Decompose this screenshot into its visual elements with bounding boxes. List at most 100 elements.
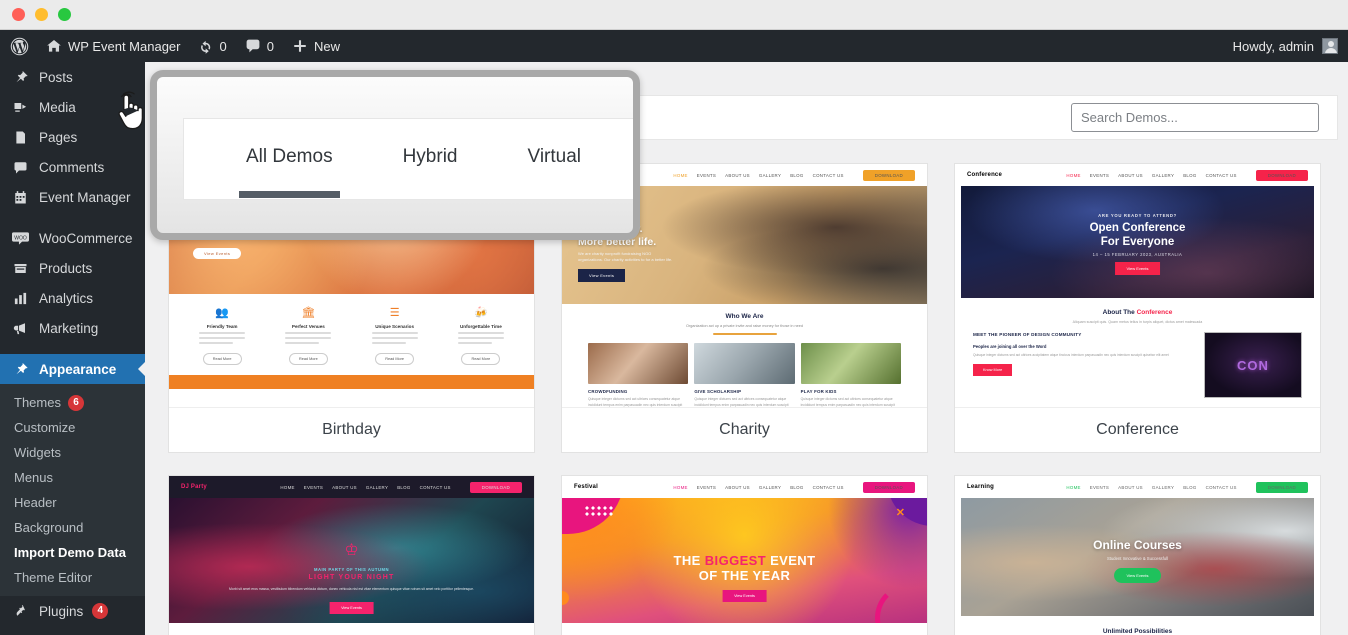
mini-nav-link: Home [1066, 172, 1081, 178]
search-input[interactable] [1071, 103, 1319, 132]
window-close-button[interactable] [12, 8, 25, 21]
submenu-item-themes[interactable]: Themes 6 [0, 390, 145, 415]
demo-card-learning[interactable]: Learning Home Events About Us Gallery Bl… [954, 475, 1321, 635]
submenu-item-label: Customize [14, 420, 76, 435]
new-content-menu[interactable]: New [283, 30, 349, 62]
mini-nav: Conference Home Events About Us Gallery … [955, 164, 1320, 186]
mini-nav: DJ Party Home Events About Us Gallery Bl… [169, 476, 534, 498]
demo-preview-djparty: DJ Party Home Events About Us Gallery Bl… [169, 476, 534, 635]
sidebar-item-appearance[interactable]: Appearance [0, 354, 145, 384]
mini-section-title: Who We Are [725, 313, 764, 320]
mini-nav-link: BLOG [790, 484, 804, 490]
mini-left-text: Quisque integer dictums sed act ultrices… [973, 352, 1169, 357]
mini-download-button: Download [1255, 481, 1308, 493]
demo-card-festival[interactable]: Festival HOME EVENTS ABOUT US GALLERY BL… [561, 475, 928, 635]
sidebar-item-woocommerce[interactable]: WOO WooCommerce [0, 223, 145, 253]
sidebar-item-label: Marketing [39, 320, 99, 336]
appearance-brush-icon [10, 362, 30, 377]
calendar-icon [10, 190, 30, 205]
mini-card: PLAY FOR KIDS Quisque integer dictums se… [800, 343, 901, 407]
mini-section: About The Conference Aliquam suscipit qu… [955, 298, 1320, 398]
submenu-item-customize[interactable]: Customize [0, 415, 145, 440]
comments-menu[interactable]: 0 [236, 30, 283, 62]
mini-hero-title: THE BIGGEST EVENT OF THE YEAR [562, 553, 927, 584]
mini-hero-text: We are charity nonprofit fundraising NGO… [578, 251, 673, 263]
sidebar-item-marketing[interactable]: Marketing [0, 313, 145, 343]
mini-hero-title: Open Conference For Everyone [961, 222, 1314, 249]
mini-nav-links: Home Events About Us Gallery Blog Contac… [673, 169, 915, 181]
media-icon [10, 100, 30, 115]
updates-menu[interactable]: 0 [189, 30, 235, 62]
mini-hero-sub: Student Innovative & Successfull [1107, 556, 1168, 561]
magnified-tab-hybrid[interactable]: Hybrid [403, 146, 458, 172]
admin-sidebar: Posts Media Pages Comments Event Manager… [0, 62, 145, 635]
mini-nav-link: Home [280, 484, 295, 490]
mini-nav-link: GALLERY [758, 484, 782, 490]
sidebar-item-label: Comments [39, 159, 105, 175]
sidebar-item-label: Analytics [39, 290, 94, 306]
magnified-tab-virtual[interactable]: Virtual [527, 146, 581, 172]
cheers-icon: 🍻 [474, 307, 488, 319]
howdy-label[interactable]: Howdy, admin [1233, 39, 1314, 54]
mini-nav-link: Blog [790, 172, 804, 178]
hero-title-rest: EVENT [766, 553, 816, 568]
mini-nav-links: Home Events About Us Gallery Blog Contac… [280, 481, 522, 493]
sidebar-item-comments[interactable]: Comments [0, 152, 145, 182]
wordpress-logo-button[interactable] [0, 30, 37, 62]
mini-hero-cta: View Events [1114, 262, 1161, 275]
mini-site-logo: Conference [967, 172, 1003, 178]
sidebar-item-plugins[interactable]: Plugins 4 [0, 596, 145, 626]
mini-feature-button: Read More [375, 353, 415, 365]
hero-title-plain: THE [673, 553, 705, 568]
submenu-item-theme-editor[interactable]: Theme Editor [0, 565, 145, 590]
mini-nav-link: CONTACT US [812, 484, 844, 490]
woo-icon: WOO [10, 231, 30, 246]
magnified-tab-all-demos[interactable]: All Demos [239, 146, 340, 198]
window-maximize-button[interactable] [58, 8, 71, 21]
comment-bubble-icon [245, 38, 261, 54]
mini-nav-link: About Us [725, 172, 750, 178]
sidebar-item-posts[interactable]: Posts [0, 62, 145, 92]
mini-nav-link: Gallery [1151, 484, 1175, 490]
sidebar-item-analytics[interactable]: Analytics [0, 283, 145, 313]
crown-icon: ♔ [344, 542, 359, 559]
demo-preview-learning: Learning Home Events About Us Gallery Bl… [955, 476, 1320, 635]
mini-feature: 👥 Friendly Team Read More [191, 308, 253, 365]
mini-nav-link: Home [673, 172, 688, 178]
avatar[interactable] [1322, 38, 1338, 54]
submenu-item-background[interactable]: Background [0, 515, 145, 540]
mini-nav-link: Contact Us [812, 172, 844, 178]
site-name-menu[interactable]: WP Event Manager [37, 30, 189, 62]
mini-left-button: Know More [973, 364, 1013, 377]
demo-preview-conference: Conference Home Events About Us Gallery … [955, 164, 1320, 407]
mini-hero-cta: View Events [1113, 568, 1162, 583]
mini-card: CROWDFUNDING Quisque integer dictums sed… [588, 343, 689, 407]
decor-circle [562, 591, 569, 605]
admin-bar-right: Howdy, admin [1233, 38, 1348, 54]
sidebar-item-event-manager[interactable]: Event Manager [0, 182, 145, 212]
mini-nav-link: Events [303, 484, 324, 490]
pointing-hand-cursor [118, 91, 144, 130]
submenu-item-widgets[interactable]: Widgets [0, 440, 145, 465]
mini-feature-title: Unforgettable Time [459, 324, 502, 329]
mini-feature: ☰ Unique Scenarios Read More [364, 308, 426, 365]
submenu-item-header[interactable]: Header [0, 490, 145, 515]
mini-section-title: About The Conference [955, 309, 1320, 316]
submenu-item-import-demo-data[interactable]: Import Demo Data [0, 540, 145, 565]
mini-site-logo: DJ Party [181, 484, 207, 490]
sidebar-item-products[interactable]: Products [0, 253, 145, 283]
window-minimize-button[interactable] [35, 8, 48, 21]
appearance-submenu: Themes 6 Customize Widgets Menus Header … [0, 384, 145, 596]
mini-hero-kicker: MAIN PARTY OF THIS AUTUMN [314, 567, 389, 572]
mini-feature-button: Read More [461, 353, 501, 365]
demo-card-djparty[interactable]: DJ Party Home Events About Us Gallery Bl… [168, 475, 535, 635]
mini-card-row: CROWDFUNDING Quisque integer dictums sed… [562, 335, 927, 407]
mini-hero: Online Courses Student Innovative & Succ… [961, 498, 1314, 616]
demo-caption: Charity [562, 407, 927, 452]
demo-caption: Birthday [169, 407, 534, 452]
submenu-item-menus[interactable]: Menus [0, 465, 145, 490]
demo-card-conference[interactable]: Conference Home Events About Us Gallery … [954, 163, 1321, 453]
sidebar-item-label: Pages [39, 129, 78, 145]
sidebar-item-label: Media [39, 99, 76, 115]
mini-nav-link: Home [1066, 484, 1081, 490]
